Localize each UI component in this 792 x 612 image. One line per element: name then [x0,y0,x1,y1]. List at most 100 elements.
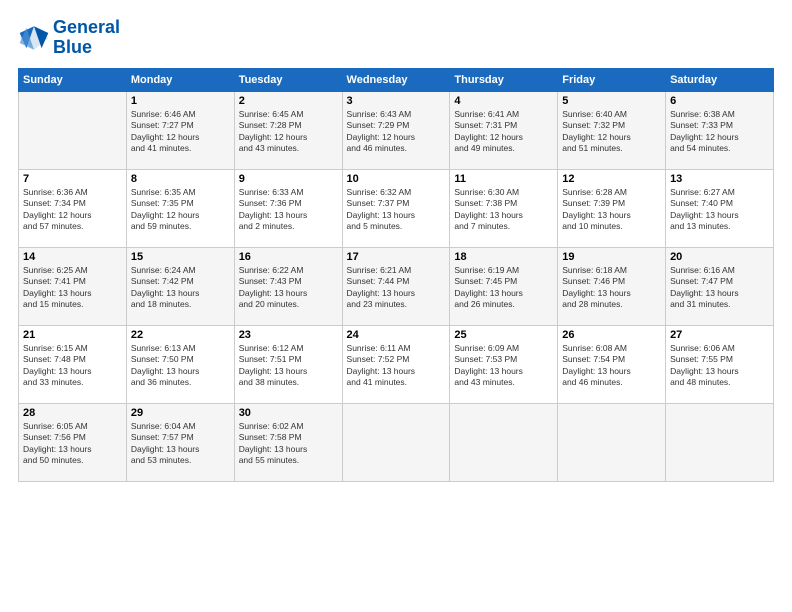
calendar-cell: 5Sunrise: 6:40 AM Sunset: 7:32 PM Daylig… [558,91,666,169]
weekday-row: SundayMondayTuesdayWednesdayThursdayFrid… [19,68,774,91]
cell-info: Sunrise: 6:02 AM Sunset: 7:58 PM Dayligh… [239,421,338,467]
logo-general: General [53,17,120,37]
calendar-cell [19,91,127,169]
day-number: 17 [347,251,446,263]
day-number: 19 [562,251,661,263]
logo-text: General Blue [53,18,120,58]
day-number: 18 [454,251,553,263]
day-number: 27 [670,329,769,341]
calendar-cell: 13Sunrise: 6:27 AM Sunset: 7:40 PM Dayli… [666,169,774,247]
day-number: 4 [454,95,553,107]
weekday-header: Thursday [450,68,558,91]
calendar-cell: 7Sunrise: 6:36 AM Sunset: 7:34 PM Daylig… [19,169,127,247]
calendar-cell: 11 Sunrise: 6:30 AM Sunset: 7:38 PM Dayli… [450,169,558,247]
calendar-cell: 16 Sunrise: 6:22 AM Sunset: 7:43 PM Dayli… [234,247,342,325]
calendar-week-row: 14 Sunrise: 6:25 AM Sunset: 7:41 PM Dayli… [19,247,774,325]
cell-info: Sunrise: 6:25 AM Sunset: 7:41 PM Dayligh… [23,265,122,311]
cell-info: Sunrise: 6:19 AM Sunset: 7:45 PM Dayligh… [454,265,553,311]
day-number: 15 [131,251,230,263]
calendar-cell: 12 Sunrise: 6:28 AM Sunset: 7:39 PM Dayli… [558,169,666,247]
weekday-header: Friday [558,68,666,91]
calendar-cell: 18 Sunrise: 6:19 AM Sunset: 7:45 PM Dayli… [450,247,558,325]
calendar-cell: 26Sunrise: 6:08 AM Sunset: 7:54 PM Dayli… [558,325,666,403]
calendar-cell: 20 Sunrise: 6:16 AM Sunset: 7:47 PM Dayli… [666,247,774,325]
cell-info: Sunrise: 6:43 AM Sunset: 7:29 PM Dayligh… [347,109,446,155]
cell-info: Sunrise: 6:09 AM Sunset: 7:53 PM Dayligh… [454,343,553,389]
calendar-header: SundayMondayTuesdayWednesdayThursdayFrid… [19,68,774,91]
cell-info: Sunrise: 6:40 AM Sunset: 7:32 PM Dayligh… [562,109,661,155]
weekday-header: Tuesday [234,68,342,91]
day-number: 10 [347,173,446,185]
cell-info: Sunrise: 6:16 AM Sunset: 7:47 PM Dayligh… [670,265,769,311]
cell-info: Sunrise: 6:05 AM Sunset: 7:56 PM Dayligh… [23,421,122,467]
cell-info: Sunrise: 6:11 AM Sunset: 7:52 PM Dayligh… [347,343,446,389]
day-number: 3 [347,95,446,107]
calendar-cell: 8 Sunrise: 6:35 AM Sunset: 7:35 PM Daylig… [126,169,234,247]
calendar-cell: 25 Sunrise: 6:09 AM Sunset: 7:53 PM Dayli… [450,325,558,403]
calendar-cell [558,403,666,481]
day-number: 8 [131,173,230,185]
day-number: 21 [23,329,122,341]
cell-info: Sunrise: 6:12 AM Sunset: 7:51 PM Dayligh… [239,343,338,389]
logo-blue: Blue [53,37,92,57]
calendar-week-row: 7Sunrise: 6:36 AM Sunset: 7:34 PM Daylig… [19,169,774,247]
cell-info: Sunrise: 6:28 AM Sunset: 7:39 PM Dayligh… [562,187,661,233]
day-number: 22 [131,329,230,341]
day-number: 28 [23,407,122,419]
calendar-cell: 6 Sunrise: 6:38 AM Sunset: 7:33 PM Daylig… [666,91,774,169]
logo: General Blue [18,18,120,58]
day-number: 24 [347,329,446,341]
calendar-week-row: 28 Sunrise: 6:05 AM Sunset: 7:56 PM Dayli… [19,403,774,481]
calendar-cell: 9 Sunrise: 6:33 AM Sunset: 7:36 PM Daylig… [234,169,342,247]
cell-info: Sunrise: 6:46 AM Sunset: 7:27 PM Dayligh… [131,109,230,155]
cell-info: Sunrise: 6:18 AM Sunset: 7:46 PM Dayligh… [562,265,661,311]
cell-info: Sunrise: 6:21 AM Sunset: 7:44 PM Dayligh… [347,265,446,311]
cell-info: Sunrise: 6:30 AM Sunset: 7:38 PM Dayligh… [454,187,553,233]
calendar-cell: 19 Sunrise: 6:18 AM Sunset: 7:46 PM Dayli… [558,247,666,325]
cell-info: Sunrise: 6:04 AM Sunset: 7:57 PM Dayligh… [131,421,230,467]
header: General Blue [18,18,774,58]
weekday-header: Wednesday [342,68,450,91]
cell-info: Sunrise: 6:24 AM Sunset: 7:42 PM Dayligh… [131,265,230,311]
weekday-header: Saturday [666,68,774,91]
day-number: 29 [131,407,230,419]
cell-info: Sunrise: 6:27 AM Sunset: 7:40 PM Dayligh… [670,187,769,233]
cell-info: Sunrise: 6:22 AM Sunset: 7:43 PM Dayligh… [239,265,338,311]
cell-info: Sunrise: 6:15 AM Sunset: 7:48 PM Dayligh… [23,343,122,389]
day-number: 7 [23,173,122,185]
calendar-cell: 30 Sunrise: 6:02 AM Sunset: 7:58 PM Dayli… [234,403,342,481]
day-number: 2 [239,95,338,107]
calendar-week-row: 21 Sunrise: 6:15 AM Sunset: 7:48 PM Dayli… [19,325,774,403]
calendar-cell: 4 Sunrise: 6:41 AM Sunset: 7:31 PM Daylig… [450,91,558,169]
day-number: 30 [239,407,338,419]
day-number: 16 [239,251,338,263]
day-number: 1 [131,95,230,107]
page: General Blue SundayMondayTuesdayWednesda… [0,0,792,612]
calendar-cell: 3 Sunrise: 6:43 AM Sunset: 7:29 PM Daylig… [342,91,450,169]
day-number: 14 [23,251,122,263]
cell-info: Sunrise: 6:38 AM Sunset: 7:33 PM Dayligh… [670,109,769,155]
calendar-cell: 14 Sunrise: 6:25 AM Sunset: 7:41 PM Dayli… [19,247,127,325]
day-number: 25 [454,329,553,341]
calendar-cell: 29 Sunrise: 6:04 AM Sunset: 7:57 PM Dayli… [126,403,234,481]
calendar-cell: 17 Sunrise: 6:21 AM Sunset: 7:44 PM Dayli… [342,247,450,325]
cell-info: Sunrise: 6:13 AM Sunset: 7:50 PM Dayligh… [131,343,230,389]
cell-info: Sunrise: 6:35 AM Sunset: 7:35 PM Dayligh… [131,187,230,233]
calendar-table: SundayMondayTuesdayWednesdayThursdayFrid… [18,68,774,482]
cell-info: Sunrise: 6:32 AM Sunset: 7:37 PM Dayligh… [347,187,446,233]
day-number: 12 [562,173,661,185]
cell-info: Sunrise: 6:41 AM Sunset: 7:31 PM Dayligh… [454,109,553,155]
calendar-cell: 2 Sunrise: 6:45 AM Sunset: 7:28 PM Daylig… [234,91,342,169]
day-number: 11 [454,173,553,185]
calendar-cell [342,403,450,481]
day-number: 23 [239,329,338,341]
cell-info: Sunrise: 6:33 AM Sunset: 7:36 PM Dayligh… [239,187,338,233]
weekday-header: Monday [126,68,234,91]
calendar-cell: 21 Sunrise: 6:15 AM Sunset: 7:48 PM Dayli… [19,325,127,403]
calendar-cell: 23 Sunrise: 6:12 AM Sunset: 7:51 PM Dayli… [234,325,342,403]
cell-info: Sunrise: 6:45 AM Sunset: 7:28 PM Dayligh… [239,109,338,155]
day-number: 6 [670,95,769,107]
day-number: 9 [239,173,338,185]
day-number: 20 [670,251,769,263]
calendar-cell: 22 Sunrise: 6:13 AM Sunset: 7:50 PM Dayli… [126,325,234,403]
